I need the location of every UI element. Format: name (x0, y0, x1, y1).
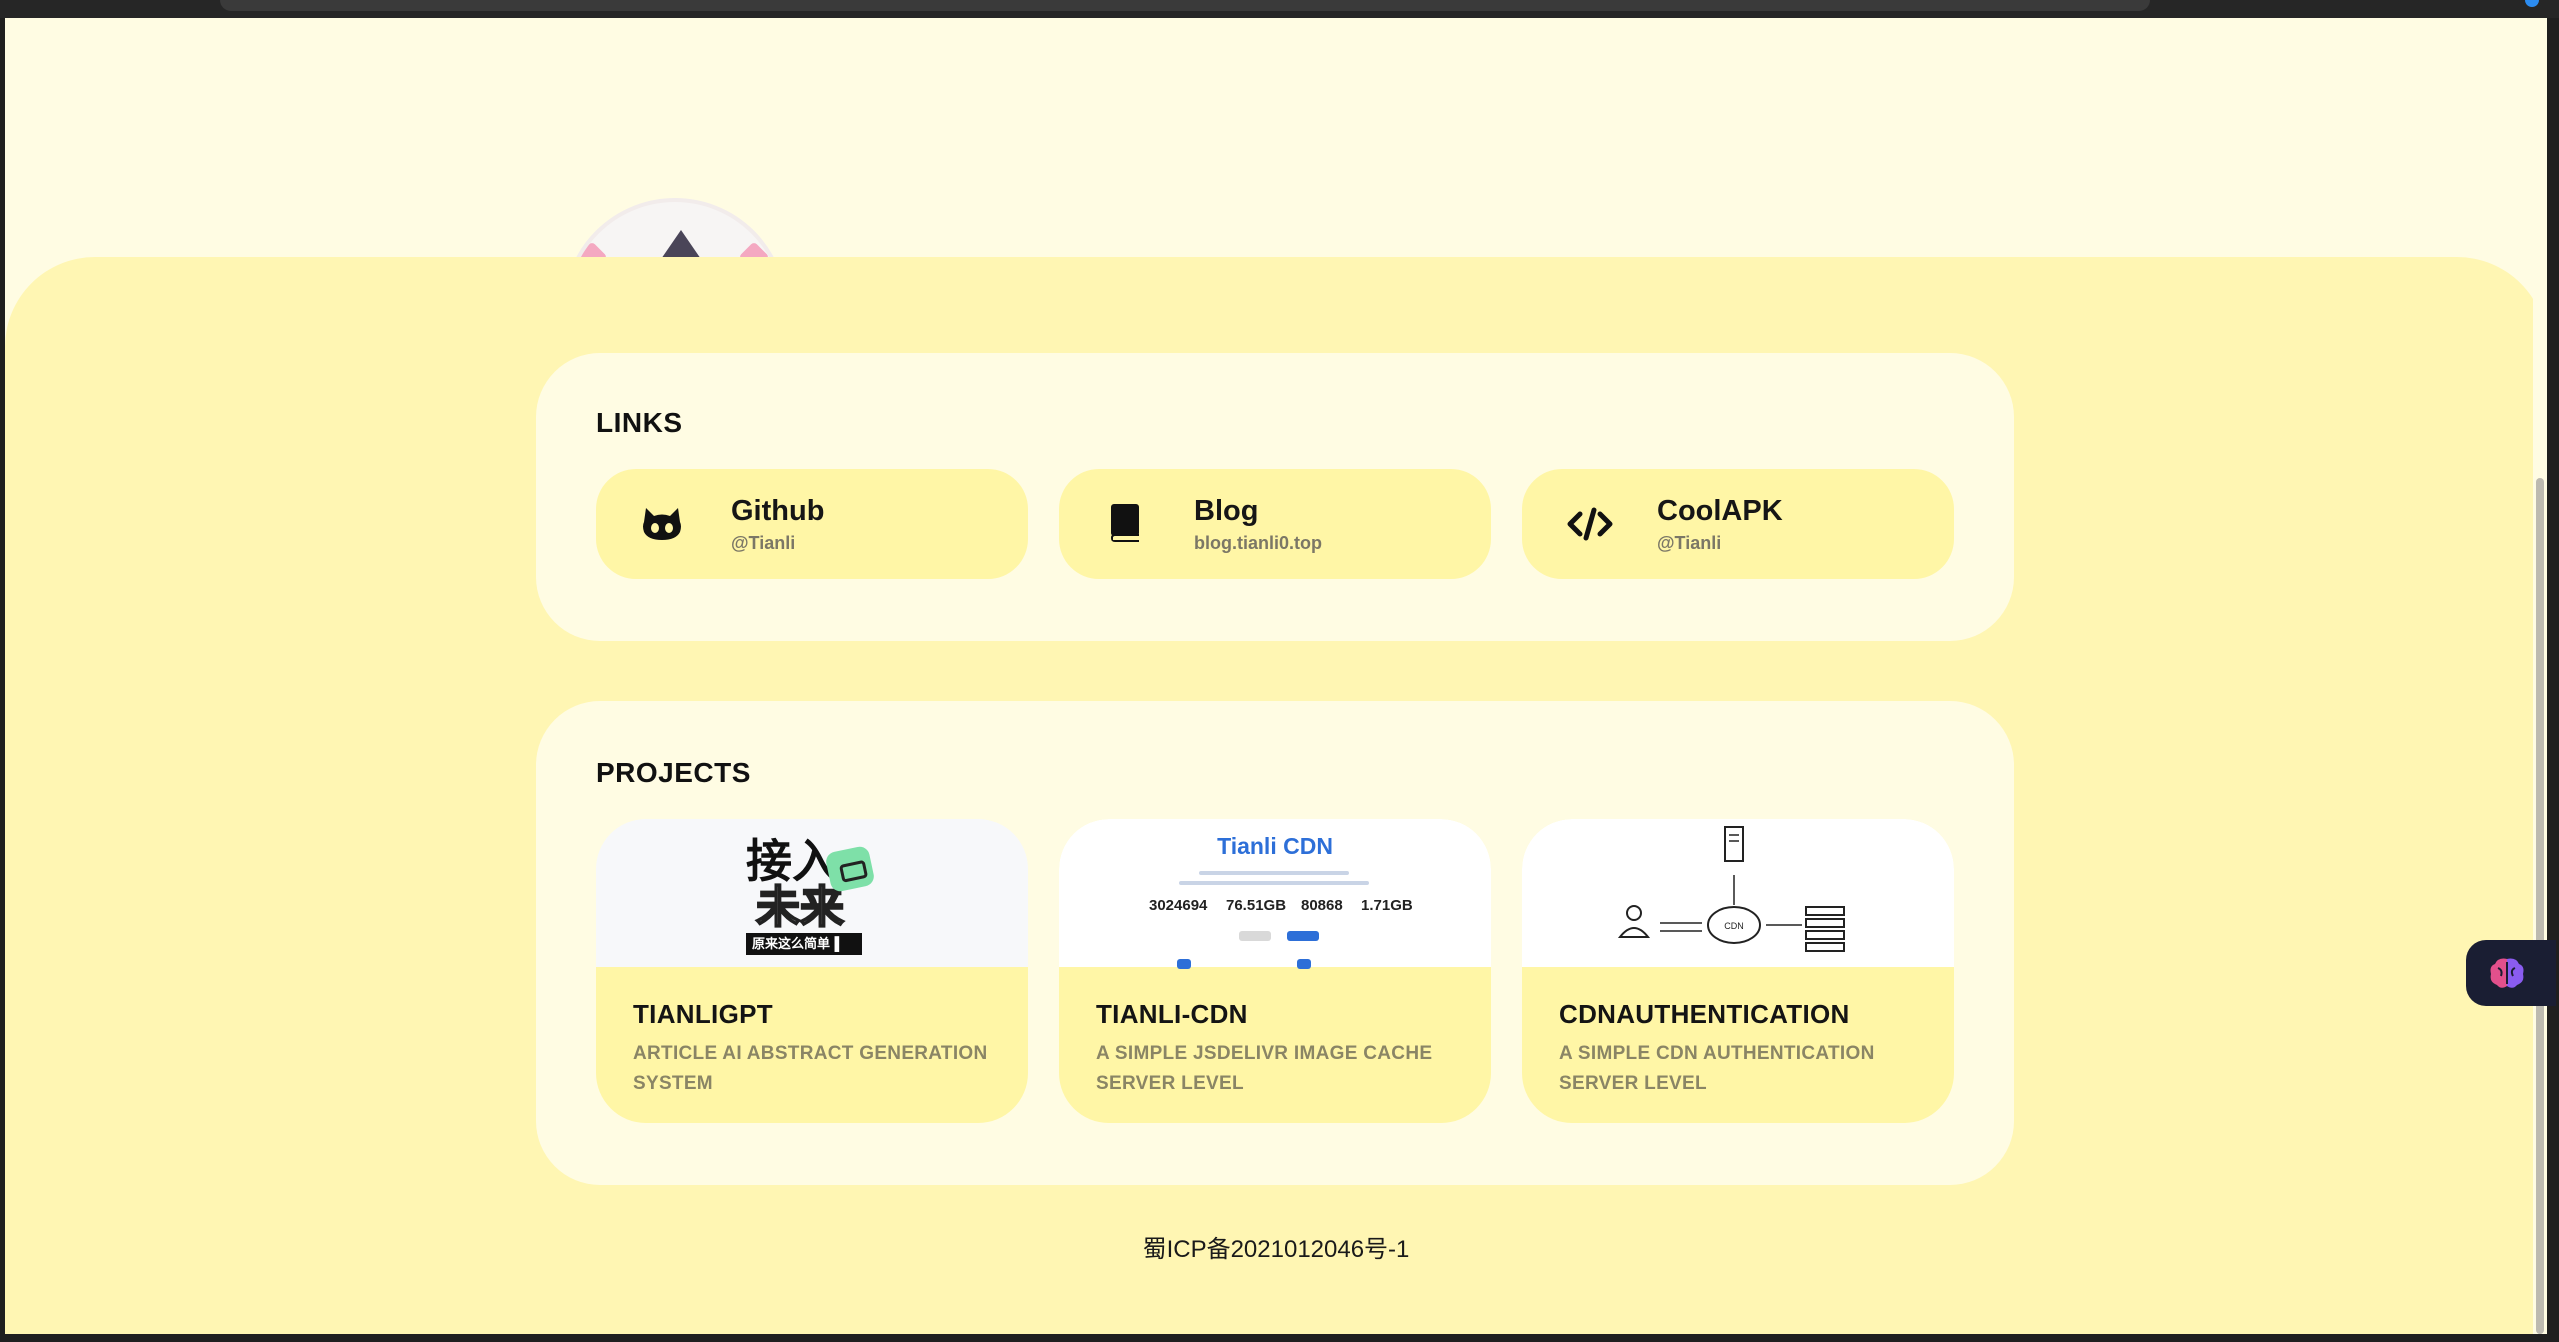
thumb-text-line (1199, 871, 1349, 875)
icp-footer-link[interactable]: 蜀ICP备2021012046号-1 (5, 1229, 2547, 1264)
thumb-button (1239, 931, 1271, 941)
link-card-coolapk[interactable]: CoolAPK @Tianli (1522, 469, 1954, 579)
link-card-blog[interactable]: Blog blog.tianli0.top (1059, 469, 1491, 579)
cdn-cloud-label: CDN (1724, 921, 1744, 931)
project-card-cdnauthentication[interactable]: CDN CDNAUTHENTICATION A SIMPLE CDN AUTHE… (1522, 819, 1954, 1123)
project-name: CDNAUTHENTICATION (1559, 999, 1850, 1029)
thumb-stat: 80868 (1301, 897, 1343, 914)
thumb-title: Tianli CDN (1217, 833, 1333, 859)
project-description: A SIMPLE CDN AUTHENTICATION SERVER LEVEL (1559, 1043, 1875, 1094)
thumb-tag: 原来这么简单▐ (746, 933, 862, 955)
links-panel: LINKS Github @Tianli Blog blog.tianli0.t… (536, 353, 2014, 641)
link-card-github[interactable]: Github @Tianli (596, 469, 1028, 579)
project-card-tianli-cdn[interactable]: Tianli CDN 3024694 76.51GB 80868 1.71GB … (1059, 819, 1491, 1123)
browser-indicator-icon (2525, 0, 2539, 7)
scrollbar-thumb[interactable] (2536, 478, 2544, 1334)
thumb-stat: 3024694 (1149, 897, 1208, 914)
projects-heading: PROJECTS (596, 757, 751, 788)
thumb-chip (1177, 959, 1191, 969)
content-sheet: LINKS Github @Tianli Blog blog.tianli0.t… (5, 257, 2547, 1334)
github-icon (640, 504, 684, 544)
links-heading: LINKS (596, 407, 683, 438)
project-name: TIANLIGPT (633, 999, 773, 1029)
code-icon (1566, 504, 1613, 544)
link-title: Github (731, 495, 825, 527)
page-viewport: LINKS Github @Tianli Blog blog.tianli0.t… (5, 18, 2547, 1334)
address-bar[interactable] (220, 0, 2150, 11)
project-description: ARTICLE AI ABSTRACT GENERATION SYSTEM (633, 1043, 988, 1094)
link-subtitle: @Tianli (731, 533, 796, 553)
scrollbar-track[interactable] (2533, 18, 2547, 1334)
project-card-tianligpt[interactable]: 接入 未来 原来这么简单▐ TIANLIGPT ARTICLE AI ABSTR… (596, 819, 1028, 1123)
browser-top-bar (0, 0, 2559, 18)
cdn-diagram: CDN (1617, 826, 1845, 952)
thumb-stat: 1.71GB (1361, 897, 1413, 914)
project-name: TIANLI-CDN (1096, 999, 1248, 1029)
link-subtitle: @Tianli (1657, 533, 1722, 553)
project-thumbnail: 接入 未来 原来这么简单▐ (596, 819, 1028, 967)
thumb-text-line (1179, 881, 1369, 885)
link-subtitle: blog.tianli0.top (1194, 533, 1322, 553)
thumb-chip (1297, 959, 1311, 969)
project-description: A SIMPLE JSDELIVR IMAGE CACHE SERVER LEV… (1096, 1043, 1433, 1094)
project-thumbnail: Tianli CDN 3024694 76.51GB 80868 1.71GB (1059, 819, 1491, 969)
link-title: CoolAPK (1657, 495, 1783, 527)
thumb-button (1287, 931, 1319, 941)
thumb-stat: 76.51GB (1226, 897, 1287, 914)
projects-panel: PROJECTS 接入 未来 原来这么简单▐ TIANLIGPT ARTICLE… (536, 701, 2014, 1185)
brain-icon (2488, 956, 2526, 990)
ai-assistant-button[interactable] (2466, 940, 2556, 1006)
link-title: Blog (1194, 495, 1259, 527)
book-icon (1103, 504, 1147, 544)
project-thumbnail: CDN (1522, 819, 1954, 967)
